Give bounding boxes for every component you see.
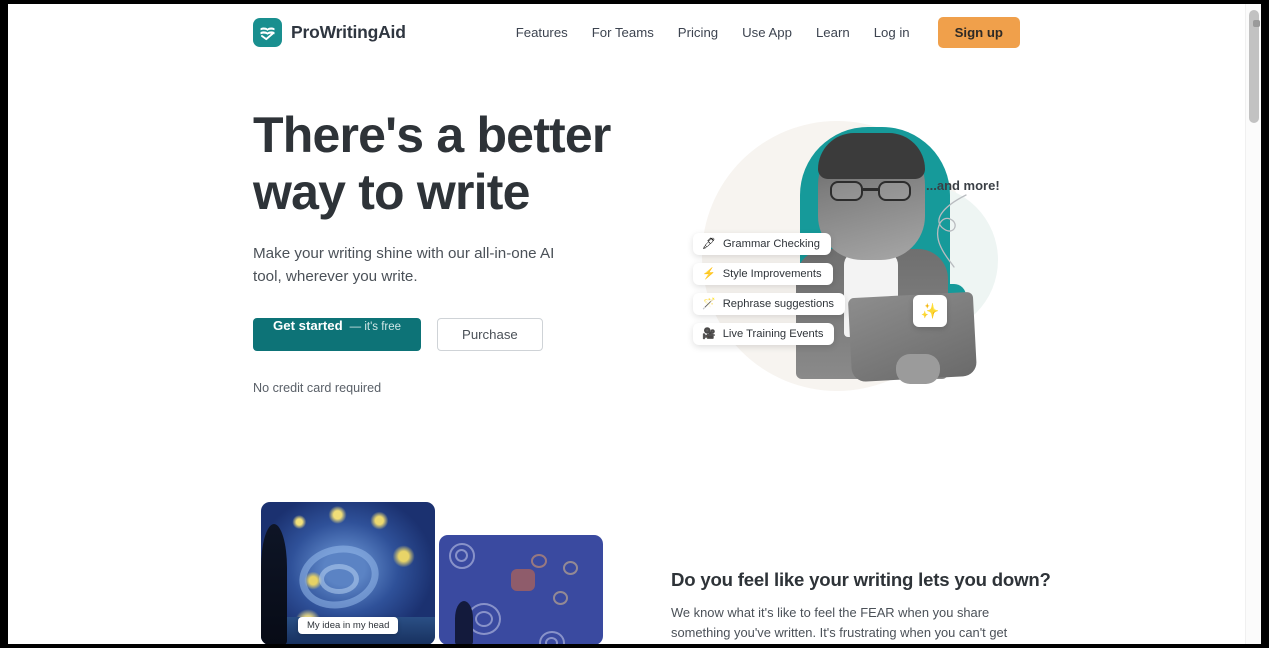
- curved-arrow-icon: [936, 194, 967, 268]
- glasses-bridge: [863, 188, 879, 191]
- lower-section-body: We know what it's like to feel the FEAR …: [671, 605, 1008, 640]
- doodle-blob: [511, 569, 535, 591]
- doodle-spiral: [475, 611, 493, 627]
- no-credit-card-note: No credit card required: [253, 381, 382, 395]
- lower-section-copy: Do you feel like your writing lets you d…: [671, 569, 1051, 644]
- feature-pill-live-training-events: 🎥 Live Training Events: [693, 323, 835, 345]
- illustration-person-hair: [818, 133, 925, 179]
- feature-pill-list: 🖋 Grammar Checking ⚡ Style Improvements …: [693, 233, 846, 345]
- purchase-button[interactable]: Purchase: [437, 318, 543, 351]
- browser-viewport: ProWritingAid Features For Teams Pricing…: [0, 0, 1269, 648]
- starry-night-cypress: [261, 524, 287, 644]
- doodle-spiral: [553, 591, 568, 605]
- doodle-cypress: [455, 601, 473, 644]
- feature-pill-label: Style Improvements: [722, 268, 822, 280]
- sign-up-button[interactable]: Sign up: [937, 17, 1020, 48]
- blue-doodle-image: [439, 535, 603, 644]
- vertical-scrollbar-thumb[interactable]: [1249, 10, 1260, 123]
- scrollbar-grip-icon: [1253, 20, 1260, 27]
- nav-link-log-in[interactable]: Log in: [862, 18, 922, 48]
- hero-illustration: ✨ ...and more! 🖋 Grammar Checking ⚡ Styl…: [668, 99, 1028, 399]
- glasses-right-lens: [878, 181, 911, 201]
- magic-wand-icon: 🪄: [702, 297, 716, 310]
- page-title: There's a better way to write: [253, 107, 611, 220]
- starry-night-inner-swirl: [319, 564, 359, 594]
- page-canvas: ProWritingAid Features For Teams Pricing…: [8, 4, 1245, 644]
- nav-link-features[interactable]: Features: [504, 18, 580, 48]
- nav-link-use-app[interactable]: Use App: [730, 18, 804, 48]
- feature-pill-grammar-checking: 🖋 Grammar Checking: [693, 233, 831, 255]
- book-pages-logo-icon: [253, 18, 282, 47]
- main-nav: Features For Teams Pricing Use App Learn…: [504, 17, 1020, 48]
- site-header: ProWritingAid Features For Teams Pricing…: [8, 4, 1245, 61]
- doodle-spiral: [545, 637, 558, 644]
- sparkles-icon: ✨: [913, 295, 947, 327]
- lower-section-title: Do you feel like your writing lets you d…: [671, 569, 1051, 590]
- glasses-icon: [828, 181, 916, 201]
- illustration-person-hand: [896, 354, 940, 384]
- doodle-spiral: [563, 561, 578, 575]
- doodle-spiral: [455, 549, 468, 562]
- get-started-label: Get started: [273, 318, 343, 333]
- brand-name: ProWritingAid: [291, 22, 406, 42]
- page-frame: ProWritingAid Features For Teams Pricing…: [8, 4, 1261, 644]
- hero-subtitle: Make your writing shine with our all-in-…: [253, 245, 555, 285]
- image-caption: My idea in my head: [298, 617, 399, 634]
- pen-nib-icon: 🖋: [702, 237, 716, 250]
- lower-section-illustration: My idea in my head: [253, 502, 603, 644]
- get-started-button[interactable]: Get started — it's free: [253, 318, 422, 351]
- glasses-left-lens: [830, 181, 863, 201]
- vertical-scrollbar-track[interactable]: [1245, 4, 1261, 644]
- feature-pill-label: Rephrase suggestions: [722, 298, 835, 310]
- get-started-sublabel: — it's free: [349, 321, 402, 333]
- nav-link-learn[interactable]: Learn: [804, 18, 862, 48]
- feature-pill-label: Grammar Checking: [722, 238, 820, 250]
- feature-pill-rephrase-suggestions: 🪄 Rephrase suggestions: [693, 293, 846, 315]
- brand-logo[interactable]: ProWritingAid: [253, 18, 406, 47]
- hero-actions: Get started — it's free Purchase: [253, 318, 653, 351]
- hero-copy: There's a better way to write Make your …: [253, 107, 653, 395]
- lightning-bolt-icon: ⚡: [702, 267, 716, 280]
- feature-pill-style-improvements: ⚡ Style Improvements: [693, 263, 833, 285]
- doodle-spiral: [531, 554, 547, 568]
- nav-link-pricing[interactable]: Pricing: [666, 18, 730, 48]
- video-camera-icon: 🎥: [702, 327, 716, 340]
- nav-link-for-teams[interactable]: For Teams: [580, 18, 666, 48]
- feature-pill-label: Live Training Events: [722, 328, 824, 340]
